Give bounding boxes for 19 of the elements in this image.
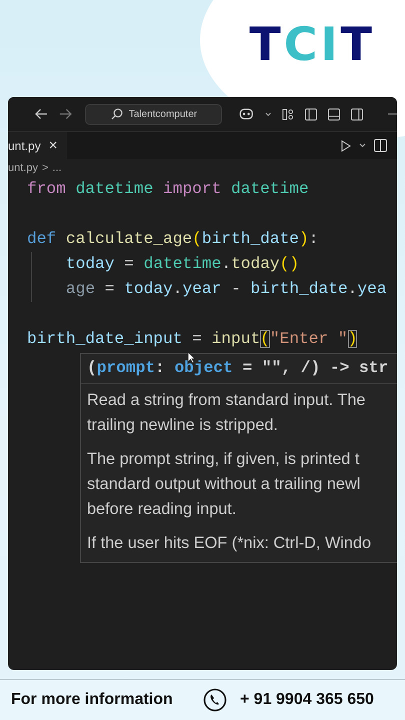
doc-text: The prompt string, if given, is printed t	[87, 449, 360, 470]
doc-text: If the user hits EOF (*nix: Ctrl-D, Windo	[87, 533, 372, 554]
logo: TC IT	[249, 18, 375, 70]
search-field[interactable]: Talentcomputer	[84, 104, 222, 124]
breadcrumb-item[interactable]: ...	[52, 162, 62, 174]
breadcrumb-item[interactable]: unt.py	[8, 162, 38, 174]
doc-text: before reading input.	[87, 499, 238, 520]
doc-text: standard output without a trailing newl	[87, 474, 362, 495]
code-line: age = today.year - birth_date.yea	[64, 280, 387, 298]
code-line: today = datetime.today()	[64, 255, 300, 273]
breadcrumb-item[interactable]: >	[42, 162, 48, 174]
doc-text: Read a string from standard input. The	[87, 390, 366, 411]
phone-number[interactable]: + 91 9904 365 650	[240, 691, 374, 709]
code-line: birth_date_input = input("Enter ")	[27, 330, 358, 348]
code-line: def calculate_age(birth_date):	[27, 230, 318, 248]
footer-label: For more information	[11, 691, 174, 709]
doc-text: trailing newline is stripped.	[87, 415, 279, 436]
code-line: from datetime import datetime	[27, 180, 309, 198]
file-tab[interactable]: unt.py ×	[8, 132, 68, 159]
